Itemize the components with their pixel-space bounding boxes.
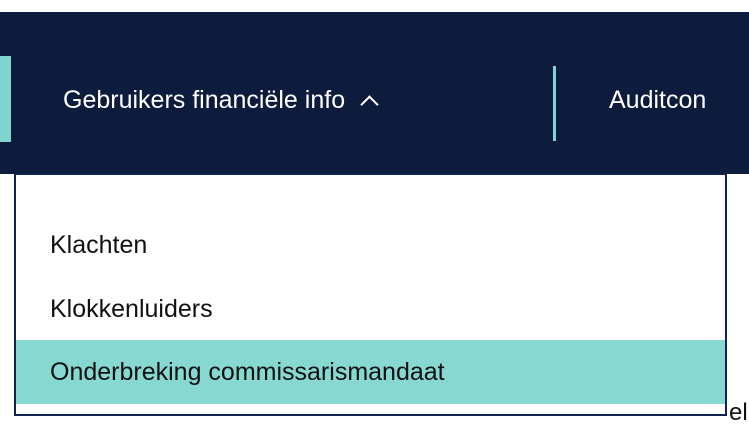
financial-info-menu-button[interactable]: Gebruikers financiële info [63, 64, 379, 136]
dropdown-item-label: Onderbreking commissarismandaat [50, 357, 445, 386]
financial-info-dropdown-menu: Klachten Klokkenluiders Onderbreking com… [14, 173, 727, 416]
dropdown-item-klokkenluiders[interactable]: Klokkenluiders [16, 277, 725, 341]
dropdown-item-label: Klachten [50, 230, 148, 259]
chevron-up-icon [360, 95, 379, 114]
background-page-text: el [729, 399, 748, 426]
dropdown-item-klachten[interactable]: Klachten [16, 213, 725, 277]
nav-divider [553, 66, 556, 141]
financial-info-menu-label: Gebruikers financiële info [63, 85, 346, 114]
left-nav-accent-marker [0, 56, 11, 142]
dropdown-item-onderbreking-commissarismandaat[interactable]: Onderbreking commissarismandaat [16, 340, 725, 404]
dropdown-item-label: Klokkenluiders [50, 294, 213, 323]
audit-menu-button[interactable]: Auditcon [609, 64, 706, 136]
audit-menu-label: Auditcon [609, 85, 707, 114]
top-navigation-bar: Gebruikers financiële info Auditcon [0, 12, 749, 174]
screen: Gebruikers financiële info Auditcon Klac… [0, 0, 749, 445]
top-white-strip [0, 0, 749, 12]
